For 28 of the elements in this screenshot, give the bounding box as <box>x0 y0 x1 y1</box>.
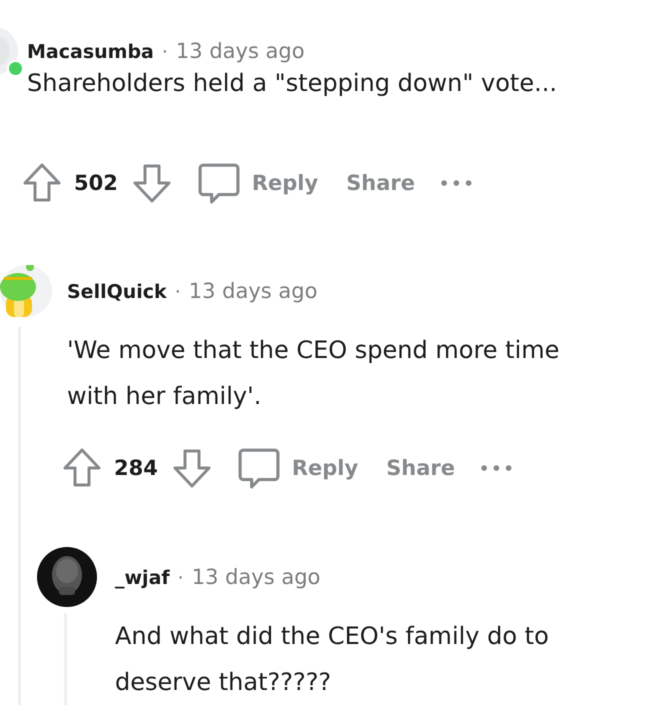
upvote-icon <box>62 448 102 488</box>
reply-button[interactable]: Reply <box>226 443 370 493</box>
comment-text: 'We move that the CEO spend more time <box>67 335 560 366</box>
vote-count: 284 <box>114 456 158 480</box>
vote-count: 502 <box>74 171 118 195</box>
comment-icon <box>238 447 280 489</box>
timestamp: 13 days ago <box>192 565 320 589</box>
separator: · <box>174 281 181 303</box>
separator: · <box>162 41 168 63</box>
timestamp: 13 days ago <box>188 279 318 303</box>
upvote-icon <box>22 163 62 203</box>
timestamp: 13 days ago <box>176 39 305 63</box>
comment-text: And what did the CEO's family do to <box>115 621 550 652</box>
share-button[interactable]: Share <box>334 167 428 199</box>
more-button[interactable]: ••• <box>427 170 488 196</box>
username[interactable]: Macasumba <box>27 41 154 63</box>
share-button[interactable]: Share <box>374 452 468 484</box>
comment-icon <box>198 162 240 204</box>
more-button[interactable]: ••• <box>467 454 528 482</box>
downvote-icon <box>172 448 212 488</box>
comment-text: with her family'. <box>67 381 262 412</box>
reply-button[interactable]: Reply <box>186 158 330 208</box>
downvote-icon <box>132 163 172 203</box>
comment-text: Shareholders held a "stepping down" vote... <box>27 68 558 99</box>
comment-text: deserve that????? <box>115 667 332 698</box>
separator: · <box>178 567 184 589</box>
username[interactable]: _wjaf <box>115 567 170 589</box>
username[interactable]: SellQuick <box>67 281 167 303</box>
